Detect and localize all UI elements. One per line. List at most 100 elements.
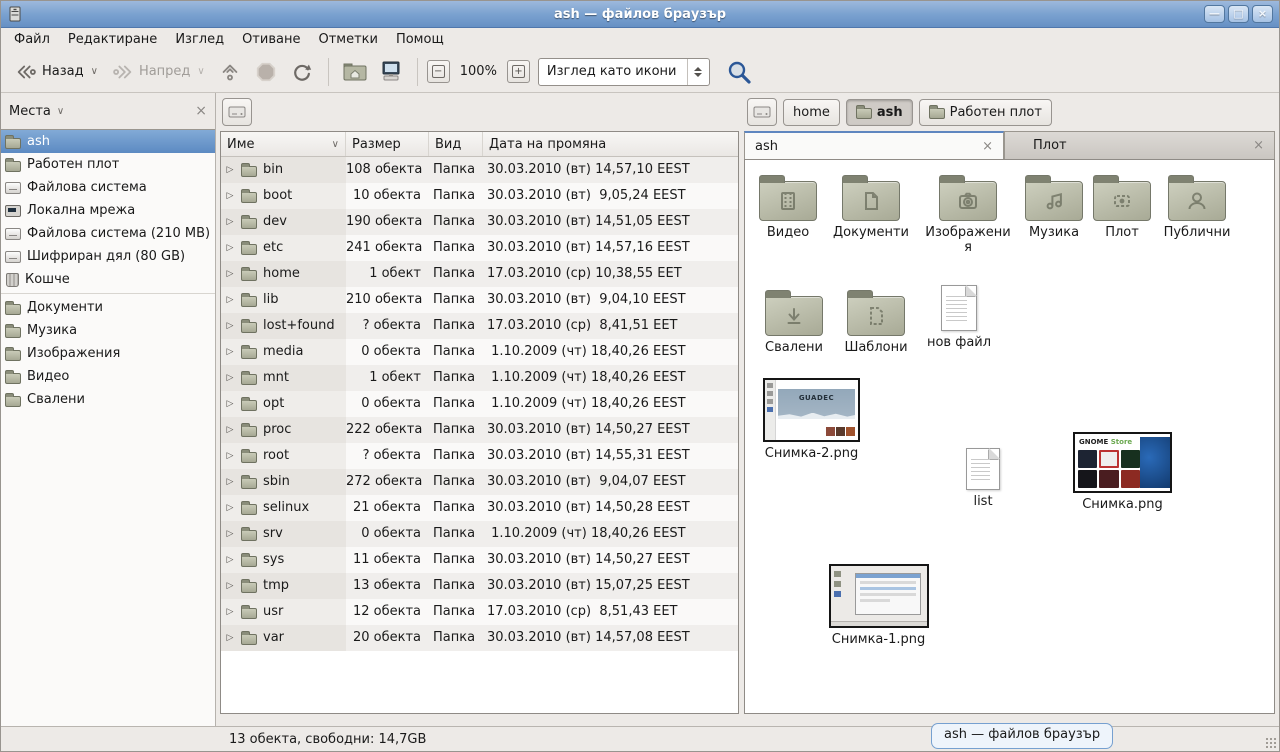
table-row[interactable]: ▷sys11 обектаПапка30.03.2010 (вт) 14,50,… — [221, 547, 738, 573]
expander-icon[interactable]: ▷ — [225, 391, 235, 417]
expander-icon[interactable]: ▷ — [225, 521, 235, 547]
table-row[interactable]: ▷media0 обектаПапка 1.10.2009 (чт) 18,40… — [221, 339, 738, 365]
folder-item-public[interactable]: Публични — [1153, 174, 1241, 240]
sidebar-item[interactable]: Свалени — [1, 388, 215, 411]
folder-item-downloads[interactable]: Свалени — [752, 289, 836, 355]
pathbar-button-ash[interactable]: ash — [846, 99, 913, 126]
table-row[interactable]: ▷selinux21 обектаПапка30.03.2010 (вт) 14… — [221, 495, 738, 521]
table-row[interactable]: ▷bin108 обектаПапка30.03.2010 (вт) 14,57… — [221, 157, 738, 183]
sidebar-item[interactable]: ash — [1, 130, 215, 153]
expander-icon[interactable]: ▷ — [225, 469, 235, 495]
expander-icon[interactable]: ▷ — [225, 261, 235, 287]
minimize-button[interactable]: — — [1204, 5, 1225, 23]
expander-icon[interactable]: ▷ — [225, 417, 235, 443]
expander-icon[interactable]: ▷ — [225, 235, 235, 261]
table-row[interactable]: ▷etc241 обектаПапка30.03.2010 (вт) 14,57… — [221, 235, 738, 261]
view-mode-select[interactable]: Изглед като икони — [538, 58, 710, 86]
pathbar-button-Работен плот[interactable]: Работен плот — [919, 99, 1052, 126]
sidebar-title[interactable]: Места — [9, 104, 51, 119]
back-button[interactable]: Назад ∨ — [9, 56, 104, 88]
home-button[interactable] — [338, 56, 372, 88]
file-item-snimka[interactable]: GNOME Store Снимка.png — [1072, 432, 1173, 512]
column-header-name[interactable]: Име∨ — [221, 132, 346, 156]
expander-icon[interactable]: ▷ — [225, 157, 235, 183]
table-row[interactable]: ▷usr12 обектаПапка17.03.2010 (ср) 8,51,4… — [221, 599, 738, 625]
expander-icon[interactable]: ▷ — [225, 365, 235, 391]
table-row[interactable]: ▷mnt1 обектПапка 1.10.2009 (чт) 18,40,26… — [221, 365, 738, 391]
expander-icon[interactable]: ▷ — [225, 443, 235, 469]
menu-item-1[interactable]: Редактиране — [59, 30, 166, 49]
sidebar-item[interactable]: Локална мрежа — [1, 199, 215, 222]
menu-item-4[interactable]: Отметки — [309, 30, 386, 49]
table-row[interactable]: ▷boot10 обектаПапка30.03.2010 (вт) 9,05,… — [221, 183, 738, 209]
combo-spinner-icon[interactable] — [687, 59, 709, 85]
sidebar-item[interactable]: Файлова система — [1, 176, 215, 199]
file-item-snimka2[interactable]: GUADEC Снимка-2.png — [761, 378, 862, 461]
column-header-size[interactable]: Размер — [346, 132, 429, 156]
search-button[interactable] — [722, 56, 756, 88]
sidebar-item[interactable]: Кошче — [1, 268, 215, 291]
forward-button[interactable]: Напред ∨ — [106, 56, 211, 88]
file-item-list[interactable]: list — [941, 448, 1025, 509]
zoom-out-button[interactable]: − — [427, 60, 450, 83]
sidebar-item[interactable]: Шифриран дял (80 GB) — [1, 245, 215, 268]
stop-button[interactable] — [249, 56, 283, 88]
expander-icon[interactable]: ▷ — [225, 339, 235, 365]
table-row[interactable]: ▷sbin272 обектаПапка30.03.2010 (вт) 9,04… — [221, 469, 738, 495]
tab-close-icon[interactable]: × — [1253, 138, 1264, 153]
menu-item-2[interactable]: Изглед — [166, 30, 233, 49]
table-row[interactable]: ▷dev190 обектаПапка30.03.2010 (вт) 14,51… — [221, 209, 738, 235]
file-item-new-file[interactable]: нов файл — [917, 285, 1001, 350]
table-row[interactable]: ▷tmp13 обектаПапка30.03.2010 (вт) 15,07,… — [221, 573, 738, 599]
root-location-button[interactable] — [747, 98, 777, 126]
maximize-button[interactable]: □ — [1228, 5, 1249, 23]
expander-icon[interactable]: ▷ — [225, 287, 235, 313]
sidebar-item[interactable]: Файлова система (210 MB) — [1, 222, 215, 245]
folder-item-templates[interactable]: Шаблони — [834, 289, 918, 355]
close-button[interactable]: × — [1252, 5, 1273, 23]
tab-Плот[interactable]: Плот× — [1004, 131, 1275, 159]
pathbar-button-home[interactable]: home — [783, 99, 840, 126]
folder-item-video[interactable]: Видео — [746, 174, 830, 240]
table-row[interactable]: ▷home1 обектПапка17.03.2010 (ср) 10,38,5… — [221, 261, 738, 287]
expander-icon[interactable]: ▷ — [225, 183, 235, 209]
folder-item-desktop[interactable]: Плот — [1088, 174, 1156, 240]
sidebar-item[interactable]: Документи — [1, 296, 215, 319]
column-header-type[interactable]: Вид — [429, 132, 483, 156]
folder-item-documents[interactable]: Документи — [828, 174, 914, 240]
table-row[interactable]: ▷srv0 обектаПапка 1.10.2009 (чт) 18,40,2… — [221, 521, 738, 547]
sidebar-item[interactable]: Изображения — [1, 342, 215, 365]
table-row[interactable]: ▷var20 обектаПапка30.03.2010 (вт) 14,57,… — [221, 625, 738, 651]
sidebar-item[interactable]: Работен плот — [1, 153, 215, 176]
computer-button[interactable] — [374, 56, 408, 88]
icon-view[interactable]: Видео Документи Изображения Музика Плот — [744, 159, 1275, 714]
root-location-button[interactable] — [222, 98, 252, 126]
expander-icon[interactable]: ▷ — [225, 547, 235, 573]
sidebar-item[interactable]: Видео — [1, 365, 215, 388]
menu-item-3[interactable]: Отиване — [233, 30, 309, 49]
forward-dropdown-icon[interactable]: ∨ — [197, 66, 204, 77]
sidebar-item[interactable]: Музика — [1, 319, 215, 342]
file-item-snimka1[interactable]: Снимка-1.png — [828, 564, 929, 647]
column-header-date[interactable]: Дата на промяна — [483, 132, 738, 156]
expander-icon[interactable]: ▷ — [225, 573, 235, 599]
up-button[interactable] — [213, 56, 247, 88]
reload-button[interactable] — [285, 56, 319, 88]
folder-item-pictures[interactable]: Изображения — [924, 174, 1012, 255]
back-dropdown-icon[interactable]: ∨ — [91, 66, 98, 77]
expander-icon[interactable]: ▷ — [225, 313, 235, 339]
tab-ash[interactable]: ash× — [744, 131, 1004, 159]
table-row[interactable]: ▷lib210 обектаПапка30.03.2010 (вт) 9,04,… — [221, 287, 738, 313]
zoom-in-button[interactable]: + — [507, 60, 530, 83]
expander-icon[interactable]: ▷ — [225, 495, 235, 521]
menu-item-5[interactable]: Помощ — [387, 30, 453, 49]
table-row[interactable]: ▷root? обектаПапка30.03.2010 (вт) 14,55,… — [221, 443, 738, 469]
table-row[interactable]: ▷opt0 обектаПапка 1.10.2009 (чт) 18,40,2… — [221, 391, 738, 417]
menu-item-0[interactable]: Файл — [5, 30, 59, 49]
table-row[interactable]: ▷proc222 обектаПапка30.03.2010 (вт) 14,5… — [221, 417, 738, 443]
table-row[interactable]: ▷lost+found? обектаПапка17.03.2010 (ср) … — [221, 313, 738, 339]
sidebar-close-icon[interactable]: × — [195, 103, 207, 119]
folder-item-music[interactable]: Музика — [1012, 174, 1096, 240]
expander-icon[interactable]: ▷ — [225, 599, 235, 625]
expander-icon[interactable]: ▷ — [225, 625, 235, 651]
